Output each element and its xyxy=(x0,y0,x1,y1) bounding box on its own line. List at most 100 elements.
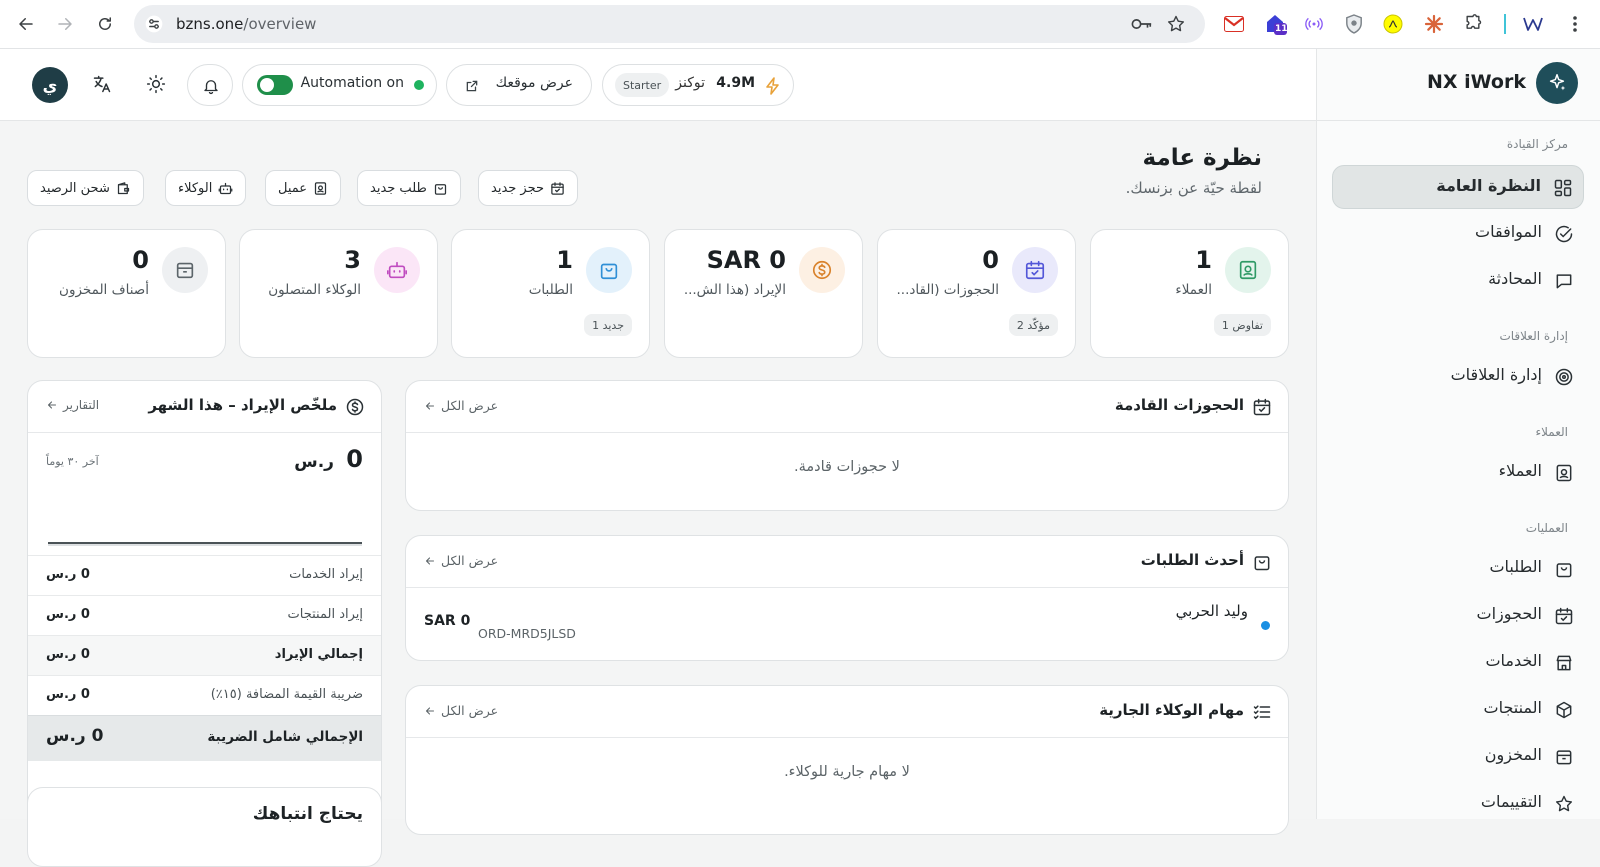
sidebar-item-bookings[interactable]: الحجوزات xyxy=(1332,594,1584,638)
revenue-sparkline xyxy=(48,542,362,546)
sidebar-item-approvals[interactable]: الموافقات xyxy=(1332,212,1584,256)
sidebar-item-overview[interactable]: النظرة العامة xyxy=(1332,165,1584,209)
brand-header: NX iWork xyxy=(1316,49,1600,121)
url-text[interactable]: bzns.one/overview xyxy=(176,15,316,33)
recent-orders-card: أحدث الطلبات عرض الكل وليد الحربي ORD-MR… xyxy=(405,535,1289,661)
language-toggle[interactable] xyxy=(92,74,112,94)
stat-orders[interactable]: 1 الطلبات جديد 1 xyxy=(451,229,650,358)
topbar: 4.9M توكنز Starter عرض موقعك Automation … xyxy=(0,49,1316,121)
revenue-row-vat: ضريبة القيمة المضافة (١٥٪) 0 ر.س xyxy=(28,675,381,715)
new-booking-button[interactable]: حجز جديد xyxy=(478,170,579,206)
sidebar-section-command: مركز القيادة xyxy=(1506,137,1568,151)
revenue-row-label: إيراد الخدمات xyxy=(289,567,363,582)
view-site-label: عرض موقعك xyxy=(495,75,573,91)
stat-value: 0 xyxy=(132,246,149,274)
agent-tasks-card: مهام الوكلاء الجارية عرض الكل لا مهام جا… xyxy=(405,685,1289,835)
extensions-puzzle-icon[interactable] xyxy=(1461,12,1485,36)
revenue-row-label: ضريبة القيمة المضافة (١٥٪) xyxy=(210,687,363,702)
table-row[interactable]: وليد الحربي ORD-MRD5JLSD SAR 0 xyxy=(406,588,1288,660)
shield-extension-icon[interactable] xyxy=(1342,12,1366,36)
star-icon xyxy=(1555,795,1573,812)
address-bar[interactable]: bzns.one/overview xyxy=(134,5,1205,43)
agents-label: الوكلاء xyxy=(178,180,213,196)
calendar-extension-icon[interactable]: 11 xyxy=(1263,12,1288,36)
shopping-bag-icon xyxy=(1254,556,1270,571)
revenue-row-value: 0 ر.س xyxy=(46,607,90,622)
view-site-button[interactable]: عرض موقعك xyxy=(446,64,592,106)
stat-value: 1 xyxy=(556,246,573,274)
sidebar-item-customers[interactable]: العملاء xyxy=(1332,451,1584,495)
revenue-total: 0 ر.س xyxy=(294,445,363,473)
card-title: مهام الوكلاء الجارية xyxy=(1099,701,1244,719)
arrow-left-icon xyxy=(47,401,57,409)
agents-button[interactable]: الوكلاء xyxy=(165,170,247,206)
snapchat-extension-icon[interactable] xyxy=(1381,12,1405,36)
arrow-left-icon xyxy=(19,18,33,30)
url-path: /overview xyxy=(243,15,317,33)
revenue-grand-total: الإجمالي شامل الضريبة 0 ر.س xyxy=(28,715,381,761)
reload-icon xyxy=(99,17,111,30)
contact-card-icon xyxy=(1225,247,1271,293)
sidebar-item-services[interactable]: الخدمات xyxy=(1332,641,1584,685)
stat-upcoming-bookings[interactable]: 0 الحجوزات (القاد... مؤكّد 2 xyxy=(877,229,1076,358)
sidebar-item-orders[interactable]: الطلبات xyxy=(1332,547,1584,591)
reports-label: التقارير xyxy=(63,398,100,412)
toggle-switch[interactable] xyxy=(257,75,293,95)
contact-card-icon xyxy=(314,181,327,195)
stat-revenue[interactable]: SAR 0 الإيراد (هذا الش... xyxy=(664,229,863,358)
site-settings-icon[interactable] xyxy=(144,14,164,34)
top-up-balance-button[interactable]: شحن الرصيد xyxy=(27,170,144,206)
forward-button[interactable] xyxy=(51,10,79,38)
order-id: ORD-MRD5JLSD xyxy=(478,626,576,641)
revenue-row-value: 0 ر.س xyxy=(46,647,90,662)
profile-extension-icon[interactable] xyxy=(1521,12,1545,36)
arrow-left-icon xyxy=(425,556,435,565)
store-icon xyxy=(1556,655,1572,671)
sidebar-section-operations: العمليات xyxy=(1525,521,1568,535)
stat-value: 0 xyxy=(982,246,999,274)
stat-customers[interactable]: 1 العملاء تفاوض 1 xyxy=(1090,229,1289,358)
main-content: 4.9M توكنز Starter عرض موقعك Automation … xyxy=(0,49,1316,867)
shopping-bag-icon xyxy=(1556,563,1572,578)
reports-link[interactable]: التقارير xyxy=(46,398,99,412)
gmail-extension-icon[interactable] xyxy=(1222,12,1246,36)
sidebar: NX iWork مركز القيادة النظرة العامة المو… xyxy=(1316,49,1600,819)
back-button[interactable] xyxy=(12,10,40,38)
new-booking-label: حجز جديد xyxy=(491,180,545,196)
stat-inventory-items[interactable]: 0 أصناف المخزون xyxy=(27,229,226,358)
view-all-tasks-link[interactable]: عرض الكل xyxy=(424,703,498,718)
notifications-button[interactable] xyxy=(187,64,233,106)
sparkle-logo-icon[interactable] xyxy=(1536,62,1578,104)
tokens-pill[interactable]: 4.9M توكنز Starter xyxy=(602,64,794,106)
calendar-check-icon xyxy=(1555,607,1573,625)
target-icon xyxy=(1555,368,1573,386)
sidebar-item-reviews[interactable]: التقييمات xyxy=(1332,782,1584,826)
theme-toggle[interactable] xyxy=(146,74,166,94)
browser-menu-icon[interactable] xyxy=(1563,12,1587,36)
user-avatar[interactable]: ي xyxy=(32,67,68,103)
box-icon xyxy=(1556,750,1572,765)
stat-connected-agents[interactable]: 3 الوكلاء المتصلون xyxy=(239,229,438,358)
sidebar-item-crm[interactable]: إدارة العلاقات xyxy=(1332,355,1584,399)
sidebar-item-label: إدارة العلاقات xyxy=(1450,365,1542,384)
revenue-summary-card: ملخّص الإيراد – هذا الشهر التقارير 0 ر.س… xyxy=(27,380,382,818)
automation-toggle[interactable]: Automation on xyxy=(242,64,437,106)
view-all-orders-link[interactable]: عرض الكل xyxy=(424,553,498,568)
new-order-button[interactable]: طلب جديد xyxy=(357,170,461,206)
sidebar-section-customers: العملاء xyxy=(1535,425,1568,439)
view-all-bookings-link[interactable]: عرض الكل xyxy=(424,398,498,413)
sidebar-item-products[interactable]: المنتجات xyxy=(1332,688,1584,732)
key-icon[interactable] xyxy=(1131,16,1153,32)
claude-extension-icon[interactable] xyxy=(1422,12,1446,36)
view-all-label: عرض الكل xyxy=(441,553,499,568)
bookmark-star-icon[interactable] xyxy=(1166,14,1186,34)
reload-button[interactable] xyxy=(91,10,119,38)
sidebar-item-inventory[interactable]: المخزون xyxy=(1332,735,1584,779)
robot-icon xyxy=(218,182,233,194)
new-customer-button[interactable]: عميل xyxy=(265,170,342,206)
broadcast-extension-icon[interactable] xyxy=(1302,12,1326,36)
stat-label: الحجوزات (القاد... xyxy=(896,282,1000,298)
sidebar-item-chat[interactable]: المحادثة xyxy=(1332,259,1584,303)
card-header: أحدث الطلبات عرض الكل xyxy=(406,536,1288,588)
empty-tasks-message: لا مهام جارية للوكلاء. xyxy=(784,764,910,780)
